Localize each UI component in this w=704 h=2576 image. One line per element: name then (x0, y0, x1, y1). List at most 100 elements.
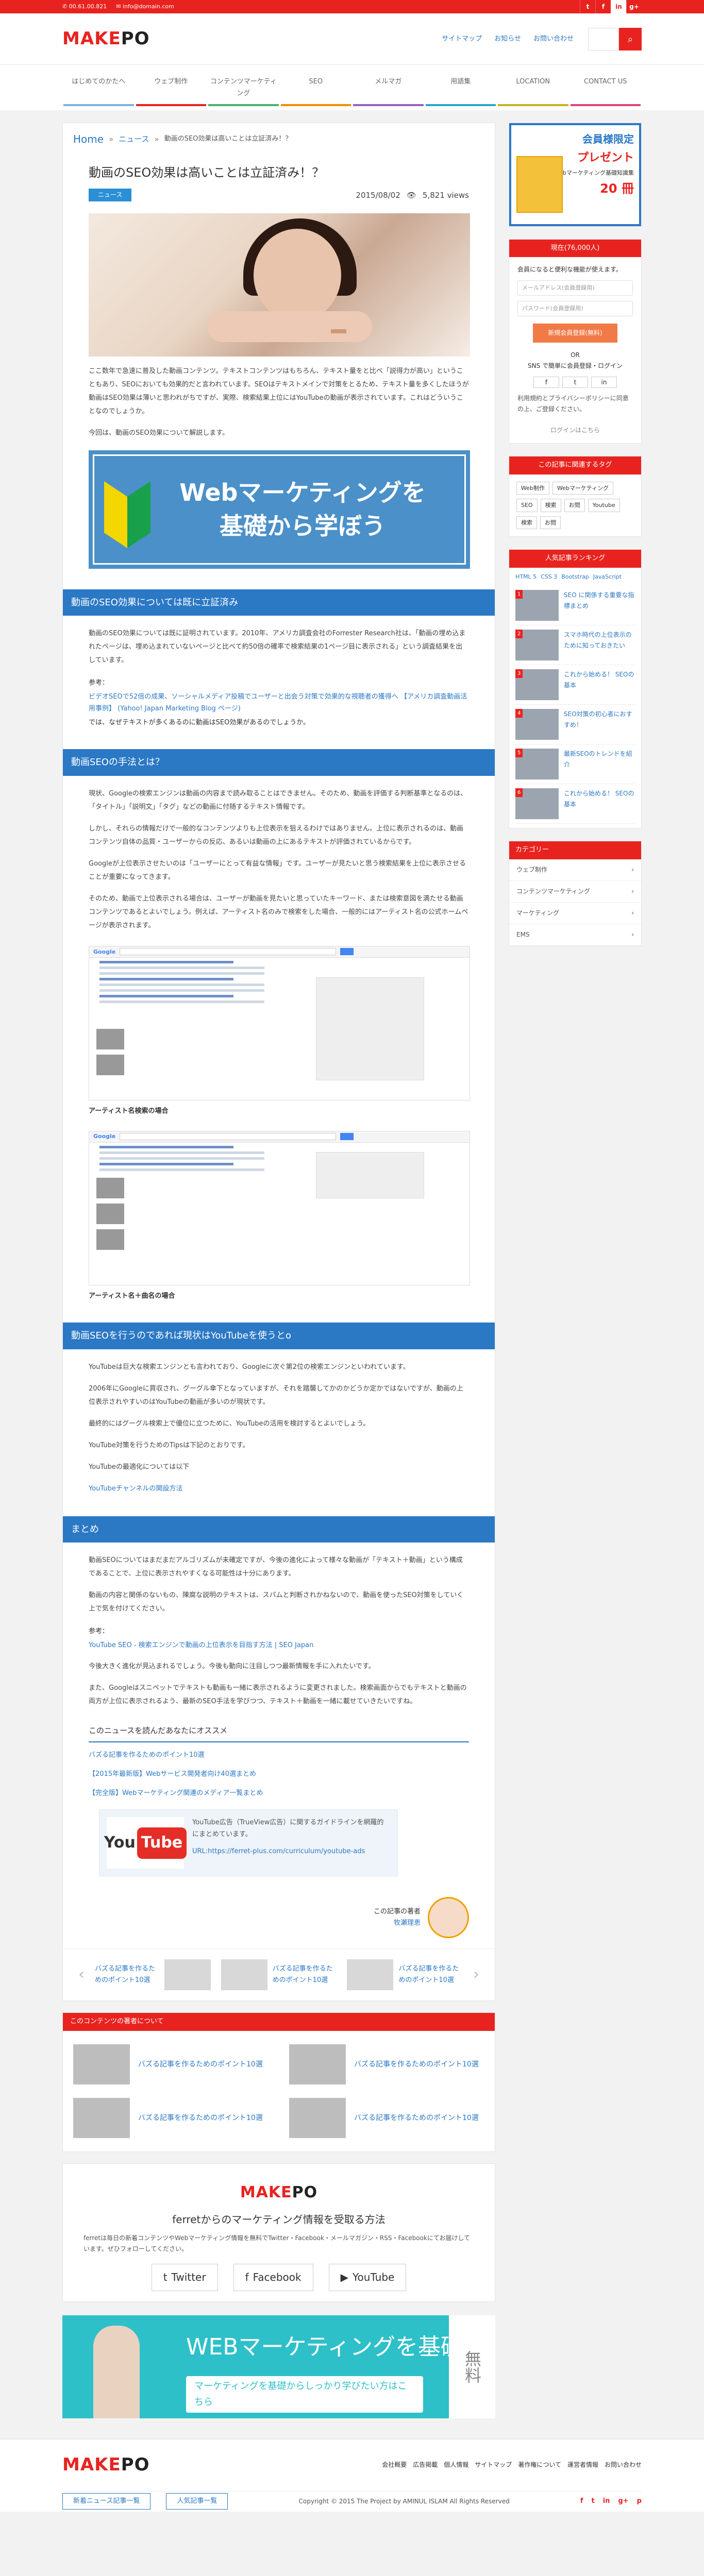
footer-link[interactable]: お問い合わせ (605, 2460, 642, 2470)
google-plus-icon[interactable]: g+ (618, 2496, 628, 2507)
list-item[interactable]: 1 SEO に関係する重要な指標まとめ (515, 586, 635, 625)
chevron-right-icon: › (631, 930, 634, 938)
chevron-right-icon[interactable]: › (473, 1961, 479, 1989)
list-item[interactable]: 6 これから始める！ SEOの基本 (515, 784, 635, 824)
related-item[interactable]: バズる記事を作るためのポイント10選 (289, 2098, 484, 2138)
tag[interactable]: 検索 (516, 516, 537, 529)
youtube-icon: ▶ (340, 2270, 348, 2283)
email-text[interactable]: ✉ info@domain.com (116, 2, 174, 11)
nav-item-mailmag[interactable]: メルマガ (353, 72, 424, 106)
password-field[interactable]: パスワード(会員登録用) (517, 301, 633, 317)
recommend-link-2[interactable]: 【2015年最新版】Webサービス開発者向け40選まとめ (89, 1769, 469, 1781)
header-link-contact[interactable]: お問い合わせ (533, 33, 574, 45)
linkedin-icon[interactable]: in (603, 2496, 610, 2507)
footer-news-list-button[interactable]: 新着ニュース記事一覧 (62, 2493, 151, 2510)
breadcrumb-home[interactable]: Home (73, 130, 104, 148)
list-item[interactable]: 3 これから始める！ SEOの基本 (515, 665, 635, 705)
login-link[interactable]: ログインはこちら (517, 425, 633, 436)
footer-link[interactable]: 運営者情報 (567, 2460, 598, 2470)
site-logo[interactable]: MAKEPO (62, 24, 150, 55)
avatar[interactable] (428, 1897, 469, 1939)
category-item[interactable]: コンテンツマーケティング › (509, 881, 641, 903)
related-item[interactable]: バズる記事を作るためのポイント10選 (289, 2044, 484, 2084)
category-box: カテゴリー ウェブ制作 › コンテンツマーケティング › マーケティング › EMS › (509, 840, 642, 946)
footer-logo[interactable]: MAKEPO (62, 2450, 150, 2481)
source-link[interactable]: ビデオSEOで52倍の成果、ソーシャルメディア投稿でユーザーと出会う対策で効果的… (89, 693, 467, 713)
tag[interactable]: お問 (564, 499, 585, 512)
youtube-card-url[interactable]: URL:https://ferret-plus.com/curriculum/y… (192, 1848, 365, 1855)
tag[interactable]: 検索 (540, 499, 561, 512)
youtube-logo: You Tube (104, 1817, 187, 1869)
search-icon: ⌕ (627, 33, 633, 44)
tag[interactable]: Web制作 (516, 482, 549, 495)
register-button[interactable]: 新規会員登録(無料) (533, 324, 617, 343)
nav-item-content-marketing[interactable]: コンテンツマーケティング (208, 72, 279, 106)
nav-item-contact[interactable]: CONTACT US (570, 72, 641, 106)
nav-item-glossary[interactable]: 用語集 (425, 72, 496, 106)
recommend-link-1[interactable]: バズる記事を作るためのポイント10選 (89, 1750, 469, 1761)
next-post-1[interactable]: バズる記事を作るためのポイント10選 (221, 1959, 337, 1991)
recommend-link-3[interactable]: 【完全版】Webマーケティング関連のメディア一覧まとめ (89, 1788, 469, 1800)
list-item[interactable]: 5 最新SEOのトレンドを紹介 (515, 744, 635, 784)
author-name[interactable]: 牧瀬理恵 (394, 1919, 421, 1927)
cta-banner[interactable]: WEBマーケティングを基礎から マーケティングを基礎からしっかり学びたい方はこち… (62, 2315, 495, 2418)
search-input[interactable] (588, 28, 619, 50)
site-header: MAKEPO サイトマップ お知らせ お問い合わせ ⌕ (0, 13, 704, 65)
category-item[interactable]: ウェブ制作 › (509, 859, 641, 881)
category-item[interactable]: マーケティング › (509, 903, 641, 924)
twitter-icon[interactable]: t (580, 0, 595, 13)
nav-item-beginners[interactable]: はじめてのかたへ (63, 72, 134, 106)
tab-javascript[interactable]: JavaScript (593, 572, 622, 582)
footer-link[interactable]: 広告掲載 (413, 2460, 438, 2470)
nav-item-seo[interactable]: SEO (280, 72, 351, 106)
tag[interactable]: Youtube (588, 499, 620, 512)
tag[interactable]: SEO (516, 499, 538, 512)
header-link-news[interactable]: お知らせ (494, 33, 521, 45)
search-button[interactable]: ⌕ (619, 28, 642, 50)
follow-facebook-button[interactable]: f Facebook (233, 2263, 313, 2291)
category-item[interactable]: EMS › (509, 924, 641, 946)
footer-popular-list-button[interactable]: 人気記事一覧 (166, 2493, 228, 2510)
tab-css3[interactable]: CSS 3 (541, 572, 557, 582)
google-plus-icon[interactable]: g+ (626, 0, 642, 13)
linkedin-icon[interactable]: in (591, 377, 617, 388)
nav-item-web[interactable]: ウェブ制作 (136, 72, 206, 106)
youtube-channel-link[interactable]: YouTubeチャンネルの開設方法 (89, 1485, 182, 1493)
facebook-icon[interactable]: f (580, 2496, 583, 2507)
prev-post[interactable]: バズる記事を作るためのポイント10選 (95, 1959, 211, 1991)
follow-youtube-button[interactable]: ▶ YouTube (328, 2263, 407, 2291)
tag[interactable]: Webマーケティング (552, 482, 614, 495)
source-link-2[interactable]: YouTube SEO - 検索エンジンで動画の上位表示を目指す方法 | SEO… (89, 1641, 313, 1649)
footer-link[interactable]: サイトマップ (475, 2460, 512, 2470)
breadcrumb-news[interactable]: ニュース (119, 132, 149, 146)
follow-twitter-button[interactable]: t Twitter (151, 2263, 218, 2291)
twitter-icon[interactable]: t (562, 377, 588, 388)
terms-text[interactable]: 利用規約とプライバシーポリシーに同意の上、ご登録ください。 (517, 393, 633, 415)
member-present-ad[interactable]: 会員様限定 プレゼント Webマーケティング基礎知識集 20 冊 (509, 123, 641, 226)
paragraph-8: 最終的にはグーグル検索上で優位に立つために、YouTubeの活用を検討するとよい… (89, 1419, 370, 1428)
list-item[interactable]: 2 スマホ時代の上位表示のために知っておきたい (515, 625, 635, 665)
facebook-icon[interactable]: f (595, 0, 611, 13)
related-item[interactable]: バズる記事を作るためのポイント10選 (73, 2098, 269, 2138)
linkedin-icon[interactable]: in (611, 0, 626, 13)
tab-html5[interactable]: HTML 5 (515, 572, 537, 582)
twitter-icon[interactable]: t (592, 2496, 595, 2507)
category-badge[interactable]: ニュース (89, 189, 132, 202)
footer-link[interactable]: 会社概要 (382, 2460, 407, 2470)
list-item[interactable]: 4 SEO対策の初心者におすすめ！ (515, 705, 635, 744)
nav-item-location[interactable]: LOCATION (498, 72, 568, 106)
pinterest-icon[interactable]: p (637, 2496, 642, 2507)
email-field[interactable]: メールアドレス(会員登録用) (517, 280, 633, 296)
footer-link[interactable]: 著作権について (518, 2460, 561, 2470)
youtube-card[interactable]: You Tube YouTube広告（TrueView広告）に関するガイドラインを… (99, 1809, 398, 1877)
next-post-2[interactable]: バズる記事を作るためのポイント10選 (347, 1959, 463, 1991)
facebook-icon[interactable]: f (533, 377, 559, 388)
tag[interactable]: お問 (540, 516, 561, 529)
ferret-logo: MAKEPO (240, 2183, 318, 2201)
related-item[interactable]: バズる記事を作るためのポイント10選 (73, 2044, 269, 2084)
web-marketing-banner[interactable]: Webマーケティングを 基礎から学ぼう (89, 450, 470, 569)
header-link-sitemap[interactable]: サイトマップ (442, 33, 482, 45)
chevron-left-icon[interactable]: ‹ (78, 1961, 85, 1989)
footer-link[interactable]: 個人情報 (444, 2460, 468, 2470)
tab-bootstrap[interactable]: Bootstrap (561, 572, 589, 582)
